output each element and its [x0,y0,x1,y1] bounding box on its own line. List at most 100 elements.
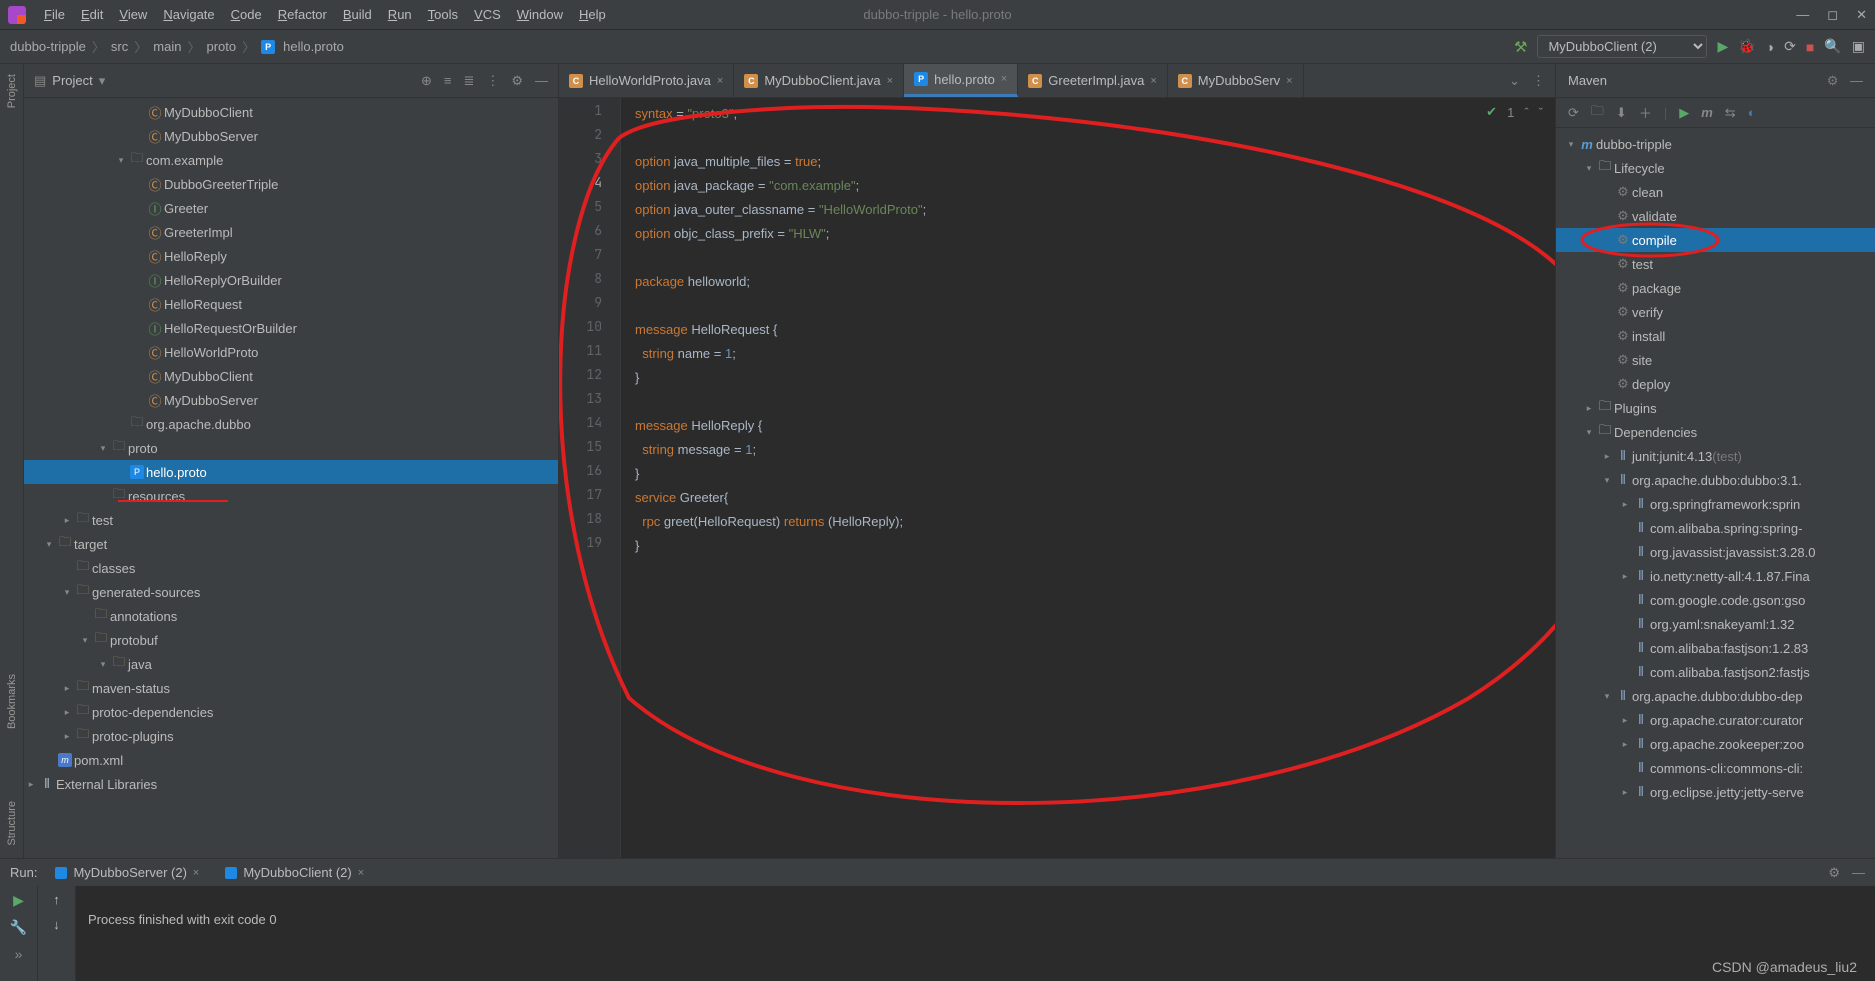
tree-item[interactable]: Ⓒ MyDubboServer [24,124,558,148]
crumb[interactable]: dubbo-tripple [10,39,86,54]
tree-item[interactable]: Ⓘ HelloRequestOrBuilder [24,316,558,340]
maven-item[interactable]: ⫴ com.google.code.gson:gso [1556,588,1875,612]
tree-item[interactable]: Ⓘ Greeter [24,196,558,220]
maven-generate-icon[interactable]: 🗀 [1591,102,1604,124]
tree-item[interactable]: ▾🗀 target [24,532,558,556]
maven-reload-icon[interactable]: ⟳ [1568,105,1579,121]
maven-item[interactable]: ▸⫴ org.springframework:sprin [1556,492,1875,516]
maven-item[interactable]: ▸⫴ org.apache.zookeeper:zoo [1556,732,1875,756]
maven-add-icon[interactable]: ＋ [1639,103,1652,122]
breadcrumb[interactable]: dubbo-tripple〉src〉main〉proto〉Phello.prot… [10,37,344,56]
run-more-icon[interactable]: » [15,946,23,962]
close-tab-icon[interactable]: × [717,75,723,87]
menu-help[interactable]: Help [571,4,614,25]
tree-item[interactable]: ▾🗀 proto [24,436,558,460]
tree-item[interactable]: 🗀 classes [24,556,558,580]
maven-item[interactable]: ⫴ com.alibaba.fastjson2:fastjs [1556,660,1875,684]
run-hide-icon[interactable]: ― [1852,865,1865,881]
profile-icon[interactable]: ⟳ [1784,38,1796,55]
tree-item[interactable]: 🗀 resources [24,484,558,508]
close-tab-icon[interactable]: × [1001,73,1007,85]
rerun-icon[interactable]: ▶ [13,892,24,909]
maven-item[interactable]: ▾m dubbo-tripple [1556,132,1875,156]
problems-count[interactable]: 1 [1507,105,1514,120]
tree-item[interactable]: ▸⫴ External Libraries [24,772,558,796]
run-icon[interactable]: ▶ [1717,38,1728,55]
maven-item[interactable]: ▸⫴ junit:junit:4.13 (test) [1556,444,1875,468]
maven-item[interactable]: ⫴ org.yaml:snakeyaml:1.32 [1556,612,1875,636]
menu-edit[interactable]: Edit [73,4,111,25]
debug-icon[interactable]: 🐞 [1738,38,1755,55]
tree-item[interactable]: ▸🗀 test [24,508,558,532]
maven-item[interactable]: ⚙ package [1556,276,1875,300]
tree-item[interactable]: ▾🗀 protobuf [24,628,558,652]
hide-icon[interactable]: ― [535,73,548,89]
maven-item[interactable]: ▾🗀 Lifecycle [1556,156,1875,180]
maven-run-icon[interactable]: ▶ [1679,105,1689,121]
editor-tab[interactable]: CMyDubboServ× [1168,64,1304,97]
crumb[interactable]: hello.proto [283,39,344,54]
maven-item[interactable]: ⫴ org.javassist:javassist:3.28.0 [1556,540,1875,564]
maven-item[interactable]: ▾⫴ org.apache.dubbo:dubbo:3.1. [1556,468,1875,492]
up-icon[interactable]: ↑ [53,892,60,907]
search-icon[interactable]: 🔍 [1824,38,1841,55]
expand-icon[interactable]: ≡ [444,73,452,89]
maven-item[interactable]: ▾🗀 Dependencies [1556,420,1875,444]
problems-down-icon[interactable]: ˇ [1539,105,1543,120]
options-icon[interactable]: ⋮ [486,73,499,89]
inspections-ok-icon[interactable]: ✔ [1486,104,1497,120]
run-tab-client[interactable]: MyDubboClient (2)× [217,862,372,883]
tree-item[interactable]: P hello.proto [24,460,558,484]
tree-item[interactable]: Ⓒ MyDubboServer [24,388,558,412]
maven-item[interactable]: ▾⫴ org.apache.dubbo:dubbo-dep [1556,684,1875,708]
tree-item[interactable]: ▾🗀 java [24,652,558,676]
console-output[interactable]: Process finished with exit code 0CSDN @a… [76,886,1875,981]
tabs-dropdown-icon[interactable]: ⌄ [1509,73,1520,89]
menu-view[interactable]: View [111,4,155,25]
menu-run[interactable]: Run [380,4,420,25]
tree-item[interactable]: ▸🗀 maven-status [24,676,558,700]
collapse-icon[interactable]: ≣ [463,73,474,89]
menu-build[interactable]: Build [335,4,380,25]
maven-item[interactable]: ⚙ clean [1556,180,1875,204]
tool-tab-project[interactable]: Project [6,68,18,114]
tree-item[interactable]: ▾🗀 generated-sources [24,580,558,604]
tree-item[interactable]: ▸🗀 protoc-plugins [24,724,558,748]
tabs-more-icon[interactable]: ⋮ [1532,73,1545,89]
maven-item[interactable]: ⫴ com.alibaba.spring:spring- [1556,516,1875,540]
maven-item[interactable]: ⚙ verify [1556,300,1875,324]
menu-tools[interactable]: Tools [420,4,466,25]
tree-item[interactable]: Ⓒ DubboGreeterTriple [24,172,558,196]
menu-file[interactable]: File [36,4,73,25]
maven-toggle-icon[interactable]: ⇆ [1725,105,1736,121]
maven-item[interactable]: ▸⫴ io.netty:netty-all:4.1.87.Fina [1556,564,1875,588]
tree-item[interactable]: ▾🗀 com.example [24,148,558,172]
tree-item[interactable]: Ⓒ MyDubboClient [24,364,558,388]
menu-window[interactable]: Window [509,4,571,25]
editor-tab[interactable]: CHelloWorldProto.java× [559,64,734,97]
tree-item[interactable]: Ⓒ GreeterImpl [24,220,558,244]
maximize-icon[interactable]: ◻ [1827,7,1838,23]
crumb[interactable]: proto [206,39,236,54]
maven-item[interactable]: ▸🗀 Plugins [1556,396,1875,420]
down-icon[interactable]: ↓ [53,917,60,932]
menu-navigate[interactable]: Navigate [155,4,222,25]
minimize-icon[interactable]: ― [1796,7,1809,23]
tree-item[interactable]: Ⓒ HelloRequest [24,292,558,316]
maven-settings-icon[interactable]: ⚙ [1827,73,1839,88]
run-settings-icon[interactable]: ⚙ [1828,865,1840,881]
close-tab-icon[interactable]: × [1150,75,1156,87]
tree-item[interactable]: 🗀 org.apache.dubbo [24,412,558,436]
stop-icon[interactable]: ■ [1806,39,1814,55]
run-config-select[interactable]: MyDubboClient (2) [1537,35,1707,58]
tree-item[interactable]: m pom.xml [24,748,558,772]
menu-code[interactable]: Code [223,4,270,25]
tree-item[interactable]: ▸🗀 protoc-dependencies [24,700,558,724]
editor-tab[interactable]: CGreeterImpl.java× [1018,64,1168,97]
close-icon[interactable]: ✕ [1856,7,1867,23]
maven-item[interactable]: ⚙ compile [1556,228,1875,252]
run-tool-icon[interactable]: 🔧 [10,919,27,936]
maven-item[interactable]: ⚙ deploy [1556,372,1875,396]
tree-item[interactable]: Ⓒ HelloReply [24,244,558,268]
editor-tab[interactable]: Phello.proto× [904,64,1018,97]
